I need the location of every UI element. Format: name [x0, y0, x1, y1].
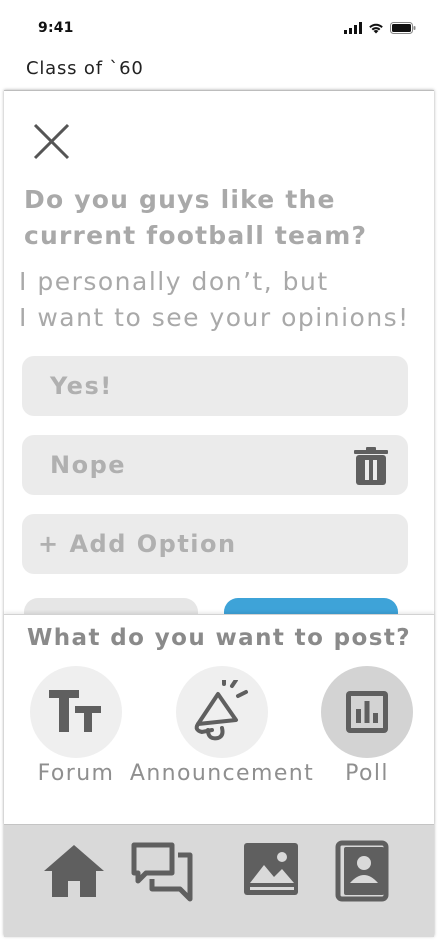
poll-type-button[interactable]: [321, 666, 413, 758]
megaphone-icon: [194, 680, 248, 741]
trash-icon[interactable]: [354, 447, 388, 485]
forum-type-label: Forum: [37, 761, 115, 786]
poll-description-line1: I personally don’t, but: [19, 267, 329, 296]
tab-gallery[interactable]: [242, 839, 306, 903]
tab-bar: [4, 824, 434, 937]
poll-description-line2: I want to see your opinions!: [19, 303, 410, 332]
tab-contacts[interactable]: [332, 839, 396, 903]
bar-chart-icon: [346, 691, 388, 733]
announcement-type-button[interactable]: [176, 666, 268, 758]
cellular-signal-icon: [344, 22, 362, 34]
status-icons: [344, 22, 416, 34]
image-icon: [244, 843, 298, 895]
poll-option-2[interactable]: Nope: [22, 435, 408, 495]
tab-chat[interactable]: [130, 839, 194, 903]
add-option-button[interactable]: + Add Option: [22, 514, 408, 574]
post-type-title: What do you want to post?: [27, 625, 411, 651]
close-button[interactable]: [32, 122, 72, 162]
poll-description-input[interactable]: I personally don’t, but I want to see yo…: [19, 264, 429, 336]
poll-option-label: Nope: [50, 451, 127, 479]
poll-option-label: Yes!: [50, 372, 113, 400]
tab-home[interactable]: [42, 839, 106, 903]
class-title: Class of `60: [26, 58, 144, 79]
add-option-label: + Add Option: [38, 530, 237, 558]
poll-type-label: Poll: [345, 761, 389, 786]
chat-icon: [131, 842, 193, 902]
status-time: 9:41: [38, 20, 74, 36]
close-icon: [33, 123, 70, 160]
text-format-icon: [49, 690, 101, 732]
wifi-icon: [369, 23, 383, 34]
home-icon: [44, 845, 104, 897]
contact-book-icon: [335, 840, 389, 902]
battery-icon: [390, 22, 416, 34]
post-type-sheet: What do you want to post? Forum Announce…: [4, 614, 434, 825]
forum-type-button[interactable]: [30, 666, 122, 758]
header-divider: [4, 90, 434, 91]
poll-question-input[interactable]: Do you guys like the current football te…: [24, 182, 404, 254]
announcement-type-label: Announcement: [129, 761, 315, 786]
poll-option-1[interactable]: Yes!: [22, 356, 408, 416]
